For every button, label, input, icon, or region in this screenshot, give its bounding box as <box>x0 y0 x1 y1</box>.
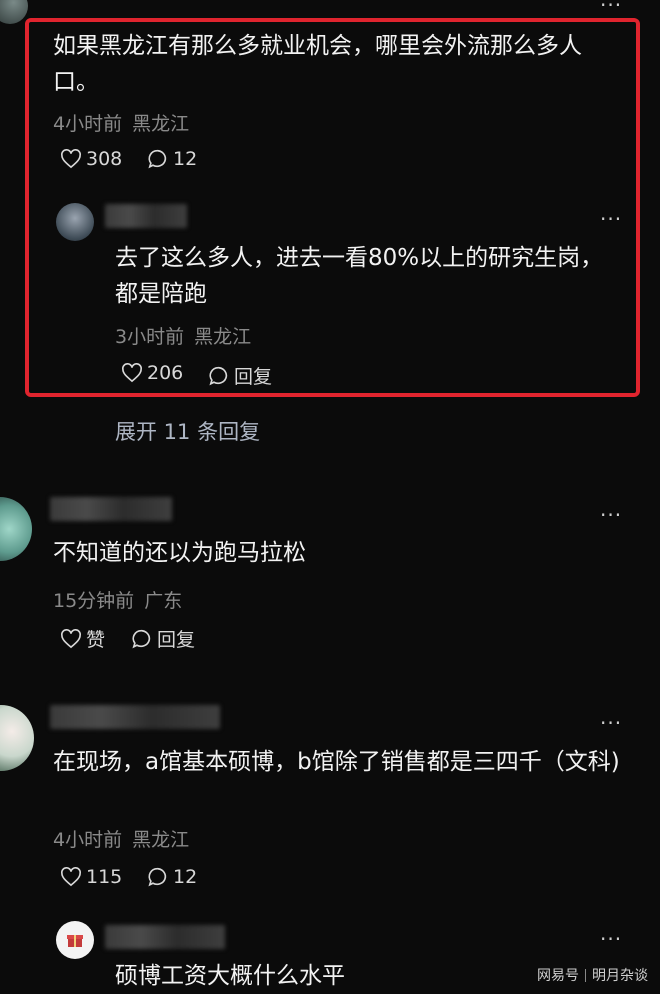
comment-bubble-icon <box>209 366 228 385</box>
comment-location: 黑龙江 <box>132 113 190 135</box>
comment-time: 4小时前 <box>53 113 123 135</box>
reply-count: 12 <box>173 866 198 888</box>
reply-count: 12 <box>173 148 198 170</box>
comment-time: 4小时前 <box>53 829 123 851</box>
reply-meta: 3小时前 黑龙江 <box>115 322 251 349</box>
comment-location: 广东 <box>144 590 183 612</box>
reply-button[interactable]: 回复 <box>131 625 195 652</box>
heart-icon <box>61 628 81 648</box>
like-button[interactable]: 206 <box>121 362 183 384</box>
more-options-icon[interactable]: ··· <box>600 713 622 733</box>
like-count: 206 <box>147 362 184 384</box>
comment-meta: 15分钟前 广东 <box>53 586 182 613</box>
comment-text: 不知道的还以为跑马拉松 <box>53 540 306 566</box>
more-options-icon[interactable]: ··· <box>600 0 622 15</box>
reply-text: 硕博工资大概什么水平 <box>115 963 345 989</box>
like-label: 赞 <box>86 629 106 651</box>
comment-location: 黑龙江 <box>132 829 190 851</box>
watermark-author: 明月杂谈 <box>592 968 648 984</box>
comment-text: 如果黑龙江有那么多就业机会，哪里会外流那么多人口。 <box>53 33 582 95</box>
like-count: 115 <box>86 866 123 888</box>
watermark-brand: 网易号 <box>537 968 579 984</box>
more-options-icon[interactable]: ··· <box>600 929 622 949</box>
avatar[interactable] <box>56 203 94 241</box>
heart-icon <box>61 149 81 169</box>
heart-icon <box>122 363 142 383</box>
username-blurred <box>50 497 172 521</box>
username-blurred <box>50 705 220 729</box>
more-options-icon[interactable]: ··· <box>600 505 622 525</box>
like-count: 308 <box>86 148 123 170</box>
comment-meta: 4小时前 黑龙江 <box>53 109 189 136</box>
watermark-separator <box>585 968 586 982</box>
reply-button[interactable]: 12 <box>147 148 197 170</box>
comment-time: 15分钟前 <box>53 590 135 612</box>
comment-text: 在现场，a馆基本硕博，b馆除了销售都是三四千（文科) <box>53 749 620 775</box>
gift-icon <box>67 935 83 947</box>
comment-bubble-icon <box>148 867 167 887</box>
username-blurred <box>105 204 187 228</box>
expand-replies-link[interactable]: 展开 11 条回复 <box>115 416 260 446</box>
username-blurred <box>105 925 225 949</box>
avatar[interactable] <box>56 921 94 959</box>
reply-button[interactable]: 回复 <box>208 362 272 389</box>
like-button[interactable]: 115 <box>60 866 122 888</box>
heart-icon <box>61 867 81 887</box>
reply-label: 回复 <box>234 366 273 388</box>
comment-meta: 4小时前 黑龙江 <box>53 825 189 852</box>
reply-location: 黑龙江 <box>194 326 252 348</box>
avatar[interactable] <box>0 705 34 771</box>
comment-bubble-icon <box>132 629 151 648</box>
like-button[interactable]: 308 <box>60 148 122 170</box>
reply-label: 回复 <box>157 629 196 651</box>
more-options-icon[interactable]: ··· <box>600 209 622 229</box>
reply-text: 去了这么多人，进去一看80%以上的研究生岗，都是陪跑 <box>115 245 604 307</box>
comment-bubble-icon <box>148 149 167 169</box>
avatar[interactable] <box>0 497 32 561</box>
like-button[interactable]: 赞 <box>60 625 105 652</box>
watermark: 网易号 明月杂谈 <box>537 965 648 985</box>
reply-time: 3小时前 <box>115 326 185 348</box>
reply-button[interactable]: 12 <box>147 866 197 888</box>
avatar[interactable] <box>0 0 28 24</box>
